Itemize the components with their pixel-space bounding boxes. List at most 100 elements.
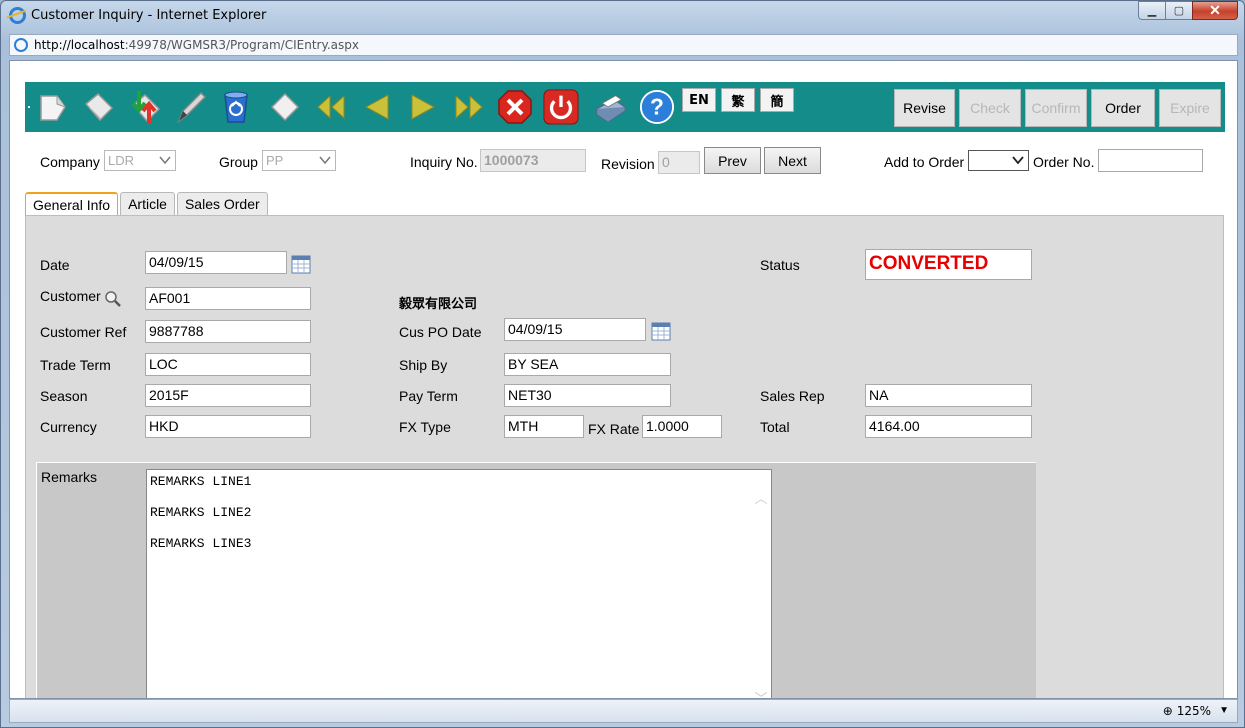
close-window-button[interactable]: ✕	[1192, 1, 1238, 20]
inquiry-no-label: Inquiry No.	[410, 154, 478, 170]
remarks-line: REMARKS LINE3	[150, 536, 252, 551]
minimize-button[interactable]: ▁	[1138, 1, 1166, 20]
order-no-label: Order No.	[1033, 154, 1095, 170]
remarks-textarea[interactable]: REMARKS LINE1 REMARKS LINE2 REMARKS LINE…	[146, 469, 772, 698]
zoom-level[interactable]: ⊕ 125%	[1163, 704, 1211, 718]
window-controls: ▁ ▢ ✕	[1138, 1, 1238, 20]
tab-sales-order[interactable]: Sales Order	[176, 192, 268, 216]
sales-rep-label: Sales Rep	[760, 388, 825, 404]
scroll-up-icon[interactable]: ︿	[753, 488, 769, 507]
tab-general-info[interactable]: General Info	[25, 192, 119, 216]
check-button[interactable]: Check	[959, 89, 1021, 127]
toolbar-grip	[28, 106, 30, 108]
page-viewport: ? EN 繁 簡 Revise Check Confirm Order Expi…	[9, 60, 1238, 699]
address-host: http://localhost	[34, 38, 125, 52]
revision-label: Revision	[601, 156, 655, 172]
last-record-icon[interactable]	[451, 89, 487, 125]
date-label: Date	[40, 257, 70, 273]
prev-button[interactable]: Prev	[704, 147, 761, 174]
address-text[interactable]: http://localhost:49978/WGMSR3/Program/CI…	[34, 38, 359, 52]
total-label: Total	[760, 419, 790, 435]
order-no-field[interactable]	[1098, 149, 1203, 172]
new-document-icon[interactable]	[35, 89, 71, 125]
search-icon[interactable]	[104, 290, 122, 308]
customer-name: 毅眾有限公司	[399, 297, 478, 312]
address-path: :49978/WGMSR3/Program/CIEntry.aspx	[124, 38, 359, 52]
fx-rate-field[interactable]: 1.0000	[642, 415, 722, 438]
tab-strip: General Info Article Sales Order	[25, 192, 270, 216]
pay-term-label: Pay Term	[399, 388, 458, 404]
status-field: CONVERTED	[865, 249, 1032, 280]
fx-rate-label: FX Rate	[588, 421, 640, 437]
ship-by-field[interactable]: BY SEA	[504, 353, 671, 376]
first-record-icon[interactable]	[313, 89, 349, 125]
status-label: Status	[760, 257, 800, 273]
season-field[interactable]: 2015F	[145, 384, 311, 407]
title-bar: Customer Inquiry - Internet Explorer ▁ ▢…	[1, 1, 1244, 31]
calendar-icon[interactable]	[651, 321, 671, 341]
zoom-icon: ⊕	[1162, 704, 1173, 718]
maximize-button[interactable]: ▢	[1165, 1, 1193, 20]
help-icon[interactable]: ?	[639, 89, 675, 125]
date-field[interactable]: 04/09/15	[145, 251, 287, 274]
add-to-order-select[interactable]	[968, 150, 1029, 171]
fx-type-field[interactable]: MTH	[504, 415, 584, 438]
power-exit-icon[interactable]	[543, 89, 579, 125]
edit-pencil-icon[interactable]	[173, 89, 209, 125]
customer-ref-field[interactable]: 9887788	[145, 320, 311, 343]
recycle-delete-icon[interactable]	[217, 89, 253, 125]
lang-en-button[interactable]: EN	[682, 88, 716, 112]
remarks-line: REMARKS LINE2	[150, 505, 252, 520]
scroll-down-icon[interactable]: ﹀	[753, 688, 769, 698]
save-arrows-icon[interactable]	[127, 89, 163, 125]
confirm-button[interactable]: Confirm	[1025, 89, 1087, 127]
revise-button[interactable]: Revise	[894, 89, 955, 127]
lang-traditional-chinese-button[interactable]: 繁	[721, 88, 755, 112]
zoom-dropdown-icon[interactable]: ▼	[1219, 705, 1229, 716]
group-label: Group	[219, 154, 258, 170]
next-record-icon[interactable]	[405, 89, 441, 125]
address-bar[interactable]: http://localhost:49978/WGMSR3/Program/CI…	[9, 34, 1238, 56]
lang-simplified-chinese-button[interactable]: 簡	[760, 88, 794, 112]
revision-field[interactable]: 0	[658, 151, 700, 174]
previous-record-icon[interactable]	[359, 89, 395, 125]
add-to-order-label: Add to Order	[884, 154, 965, 170]
tab-article[interactable]: Article	[120, 192, 175, 216]
currency-label: Currency	[40, 419, 97, 435]
expire-button[interactable]: Expire	[1159, 89, 1221, 127]
remarks-section: Remarks REMARKS LINE1 REMARKS LINE2 REMA…	[36, 462, 1036, 698]
customer-ref-label: Customer Ref	[40, 324, 127, 340]
cus-po-date-field[interactable]: 04/09/15	[504, 318, 646, 341]
remarks-label: Remarks	[41, 469, 98, 485]
sales-rep-field[interactable]: NA	[865, 384, 1032, 407]
browser-window: Customer Inquiry - Internet Explorer ▁ ▢…	[0, 0, 1245, 728]
chevron-down-icon	[1012, 156, 1024, 165]
customer-field[interactable]: AF001	[145, 287, 311, 310]
svg-text:?: ?	[650, 94, 664, 120]
cancel-x-icon[interactable]	[497, 89, 533, 125]
internet-explorer-icon	[9, 7, 26, 24]
fx-type-label: FX Type	[399, 419, 451, 435]
currency-field[interactable]: HKD	[145, 415, 311, 438]
season-label: Season	[40, 388, 88, 404]
total-field[interactable]: 4164.00	[865, 415, 1032, 438]
page-favicon-icon	[14, 38, 28, 52]
trade-term-field[interactable]: LOC	[145, 353, 311, 376]
group-select[interactable]: PP	[262, 150, 336, 171]
chevron-down-icon	[319, 156, 331, 165]
pay-term-field[interactable]: NET30	[504, 384, 671, 407]
main-toolbar: ? EN 繁 簡 Revise Check Confirm Order Expi…	[25, 82, 1225, 132]
next-button[interactable]: Next	[764, 147, 821, 174]
printer-icon[interactable]	[591, 89, 627, 125]
eraser-icon[interactable]	[267, 89, 303, 125]
company-select[interactable]: LDR	[104, 150, 176, 171]
calendar-icon[interactable]	[291, 254, 311, 274]
company-label: Company	[40, 154, 100, 170]
trade-term-label: Trade Term	[40, 357, 111, 373]
group-value: PP	[266, 153, 284, 168]
general-info-panel: Date 04/09/15 Customer AF001 Customer Re…	[25, 215, 1224, 698]
inquiry-no-field[interactable]: 1000073	[480, 149, 586, 172]
order-button[interactable]: Order	[1091, 89, 1155, 127]
copy-document-icon[interactable]	[81, 89, 117, 125]
ship-by-label: Ship By	[399, 357, 448, 373]
